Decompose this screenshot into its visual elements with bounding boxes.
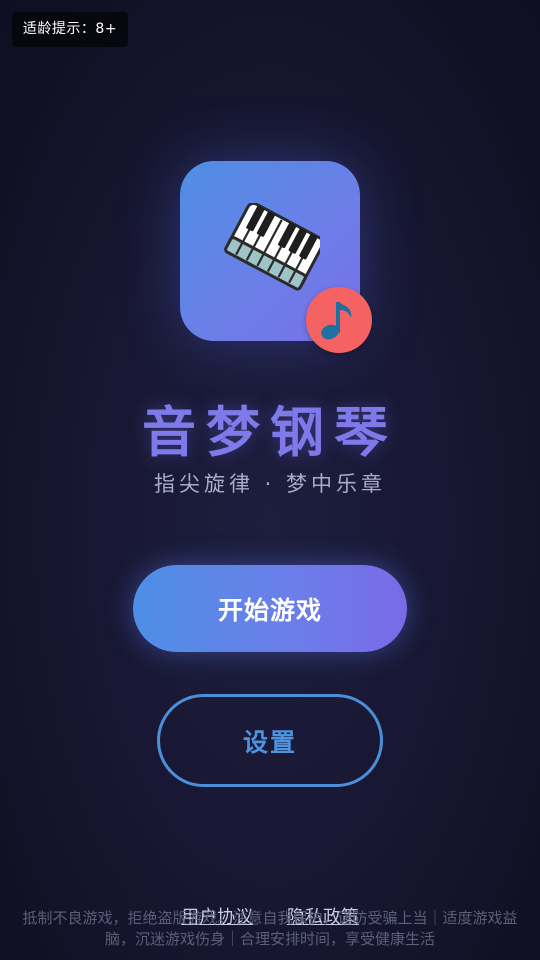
music-note-badge [306, 287, 372, 353]
music-note-icon [321, 302, 352, 340]
start-game-button[interactable]: 开始游戏 [133, 565, 407, 652]
app-title: 音梦钢琴 [142, 401, 398, 464]
health-gaming-notice: 抵制不良游戏，拒绝盗版游戏。注意自我保护，谨防受骗上当｜适度游戏益脑，沉迷游戏伤… [22, 909, 518, 948]
piano-icon [224, 203, 320, 291]
app-subtitle: 指尖旋律 · 梦中乐章 [153, 472, 387, 496]
settings-button[interactable]: 设置 [157, 694, 383, 787]
app-logo [180, 161, 372, 353]
age-rating-badge: 适龄提示：8+ [12, 12, 128, 47]
